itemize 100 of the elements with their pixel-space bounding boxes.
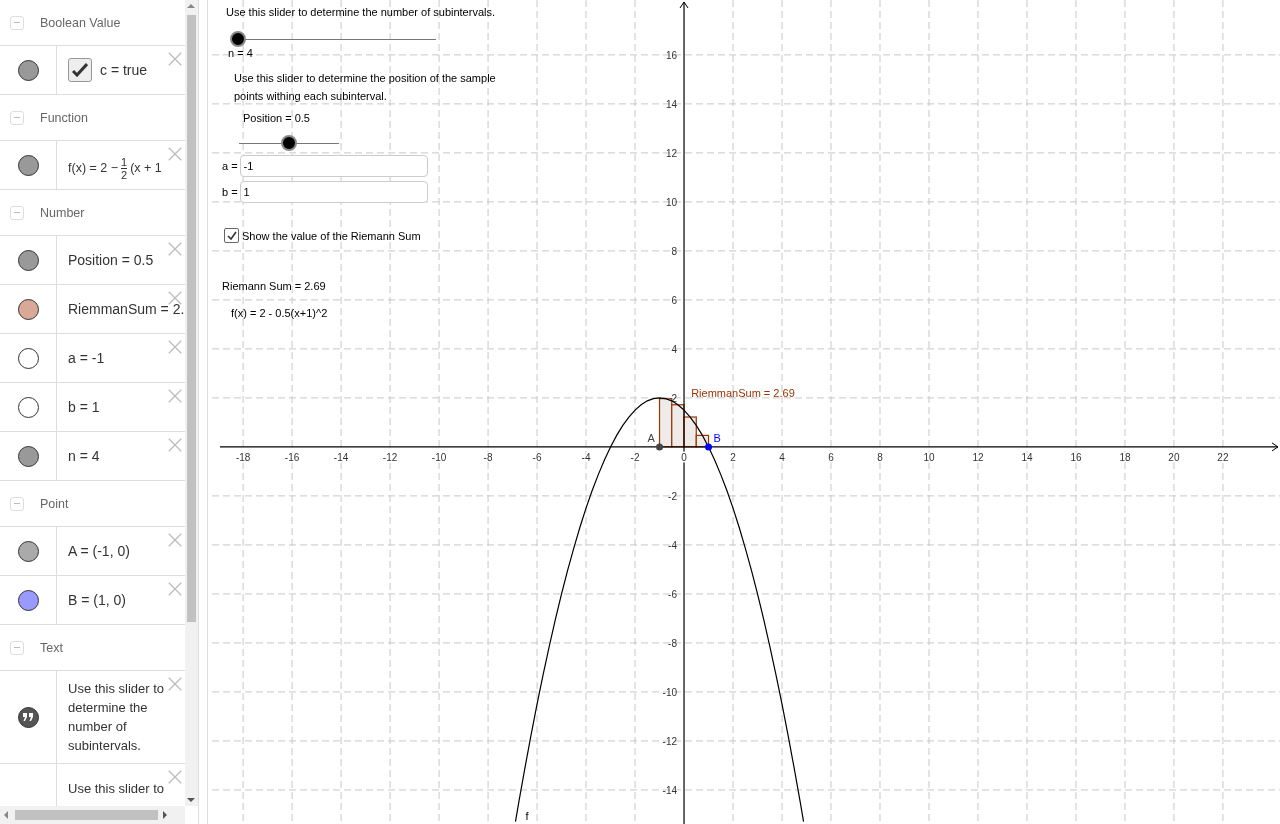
slider-thumb[interactable] xyxy=(230,31,246,47)
algebra-value: A = (-1, 0) xyxy=(68,543,130,559)
category-header: Point xyxy=(40,496,69,511)
algebra-row[interactable]: c = true xyxy=(0,46,185,95)
algebra-row[interactable]: Position = 0.5 xyxy=(0,236,185,285)
tick-label: 6 xyxy=(671,294,678,306)
delete-icon[interactable] xyxy=(168,291,182,305)
tick-label: 8 xyxy=(877,451,883,463)
checkbox[interactable] xyxy=(68,58,92,82)
algebra-value: b = 1 xyxy=(68,399,100,415)
boolean-label: c = true xyxy=(100,62,148,78)
algebra-value: n = 4 xyxy=(68,448,100,464)
tick-label: 16 xyxy=(665,49,678,61)
tick-label: -8 xyxy=(668,637,678,649)
tick-label: 10 xyxy=(923,451,935,463)
delete-icon[interactable] xyxy=(168,242,182,256)
tick-label: 4 xyxy=(779,451,785,463)
collapse-icon[interactable] xyxy=(10,205,24,220)
delete-icon[interactable] xyxy=(168,582,182,596)
algebra-row[interactable]: b = 1 xyxy=(0,383,185,432)
visibility-toggle[interactable] xyxy=(17,540,39,562)
input-field[interactable]: 1 xyxy=(239,181,428,203)
tick-label: -4 xyxy=(668,539,678,551)
tick-label: -12 xyxy=(662,735,678,747)
graphics-text: Riemann Sum = 2.69 xyxy=(222,279,326,294)
tick-label: -14 xyxy=(333,451,349,463)
delete-icon[interactable] xyxy=(168,533,182,547)
collapse-icon[interactable] xyxy=(10,496,24,511)
category-header: Boolean Value xyxy=(40,15,121,30)
point-label: B xyxy=(713,431,721,444)
tick-label: -10 xyxy=(431,451,447,463)
delete-icon[interactable] xyxy=(168,677,182,691)
point-label: A xyxy=(647,431,655,444)
algebra-row[interactable]: n = 4 xyxy=(0,432,185,481)
algebra-row[interactable]: B = (1, 0) xyxy=(0,576,185,625)
tick-label: -10 xyxy=(662,686,678,698)
collapse-icon[interactable] xyxy=(10,15,24,30)
visibility-toggle[interactable] xyxy=(17,59,39,81)
algebra-value: a = -1 xyxy=(68,350,105,366)
tick-label: -6 xyxy=(668,588,678,600)
tick-label: -16 xyxy=(284,451,300,463)
tick-label: 14 xyxy=(1021,451,1033,463)
slider-thumb[interactable] xyxy=(281,135,297,151)
algebra-row[interactable]: a = -1 xyxy=(0,334,185,383)
delete-icon[interactable] xyxy=(168,770,182,784)
tick-label: -6 xyxy=(532,451,542,463)
graphics-text: f(x) = 2 - 0.5(x+1)^2 xyxy=(231,306,328,321)
algebra-text: Use this slider to determine the number of subintervals. xyxy=(68,680,166,755)
algebra-value: RiemmanSum = 2. xyxy=(68,301,185,317)
algebra-text: Use this slider to xyxy=(68,779,166,798)
algebra-row[interactable]: RiemmanSum = 2. xyxy=(0,285,185,334)
graph-label: RiemmanSum = 2.69 xyxy=(691,386,795,399)
tick-label: 16 xyxy=(1070,451,1082,463)
tick-label: 8 xyxy=(671,245,678,257)
scrollbar-thumb[interactable] xyxy=(187,15,196,622)
input-label: b = xyxy=(222,186,238,198)
visibility-toggle[interactable] xyxy=(17,347,39,369)
delete-icon[interactable] xyxy=(168,340,182,354)
delete-icon[interactable] xyxy=(168,52,182,66)
tick-label: -8 xyxy=(483,451,493,463)
graphics-text: Use this slider to determine the number of subintervals. xyxy=(226,5,496,20)
slider-label: Position = 0.5 xyxy=(243,112,310,124)
algebra-value: Position = 0.5 xyxy=(68,252,154,268)
delete-icon[interactable] xyxy=(168,389,182,403)
visibility-toggle[interactable] xyxy=(17,589,39,611)
point-marker[interactable] xyxy=(705,443,712,451)
delete-icon[interactable] xyxy=(168,438,182,452)
visibility-toggle[interactable] xyxy=(17,154,39,176)
tick-label: 20 xyxy=(1168,451,1180,463)
tick-label: 14 xyxy=(665,98,678,110)
tick-label: 2 xyxy=(671,392,678,404)
tick-label: -4 xyxy=(581,451,591,463)
checkbox[interactable] xyxy=(224,228,239,243)
slider-label: n = 4 xyxy=(228,47,253,59)
visibility-toggle[interactable] xyxy=(17,445,39,467)
category-header: Function xyxy=(40,110,88,125)
input-field[interactable]: -1 xyxy=(239,155,428,177)
tick-label: 4 xyxy=(671,343,678,355)
horizontal-scrollbar[interactable] xyxy=(0,806,185,824)
tick-label: 18 xyxy=(1119,451,1131,463)
graphics-text: Use this slider to determine the position of the sample points withing each subinterval. xyxy=(234,71,497,104)
point-marker[interactable] xyxy=(656,443,664,451)
tick-label: -14 xyxy=(662,784,678,796)
delete-icon[interactable] xyxy=(168,147,182,161)
algebra-value: B = (1, 0) xyxy=(68,592,126,608)
visibility-toggle[interactable] xyxy=(17,249,39,271)
tick-label: 22 xyxy=(1217,451,1229,463)
tick-label: 12 xyxy=(665,147,678,159)
visibility-toggle[interactable] xyxy=(17,298,39,320)
collapse-icon[interactable] xyxy=(10,110,24,125)
visibility-toggle[interactable] xyxy=(17,706,39,728)
checkbox-label: Show the value of the Riemann Sum xyxy=(242,229,421,242)
tick-label: 2 xyxy=(730,451,736,463)
algebra-row[interactable]: A = (-1, 0) xyxy=(0,527,185,576)
tick-label: -2 xyxy=(630,451,640,463)
scrollbar-thumb[interactable] xyxy=(15,810,158,820)
vertical-scrollbar[interactable] xyxy=(185,0,198,806)
tick-label: -12 xyxy=(382,451,398,463)
collapse-icon[interactable] xyxy=(10,640,24,655)
visibility-toggle[interactable] xyxy=(17,396,39,418)
